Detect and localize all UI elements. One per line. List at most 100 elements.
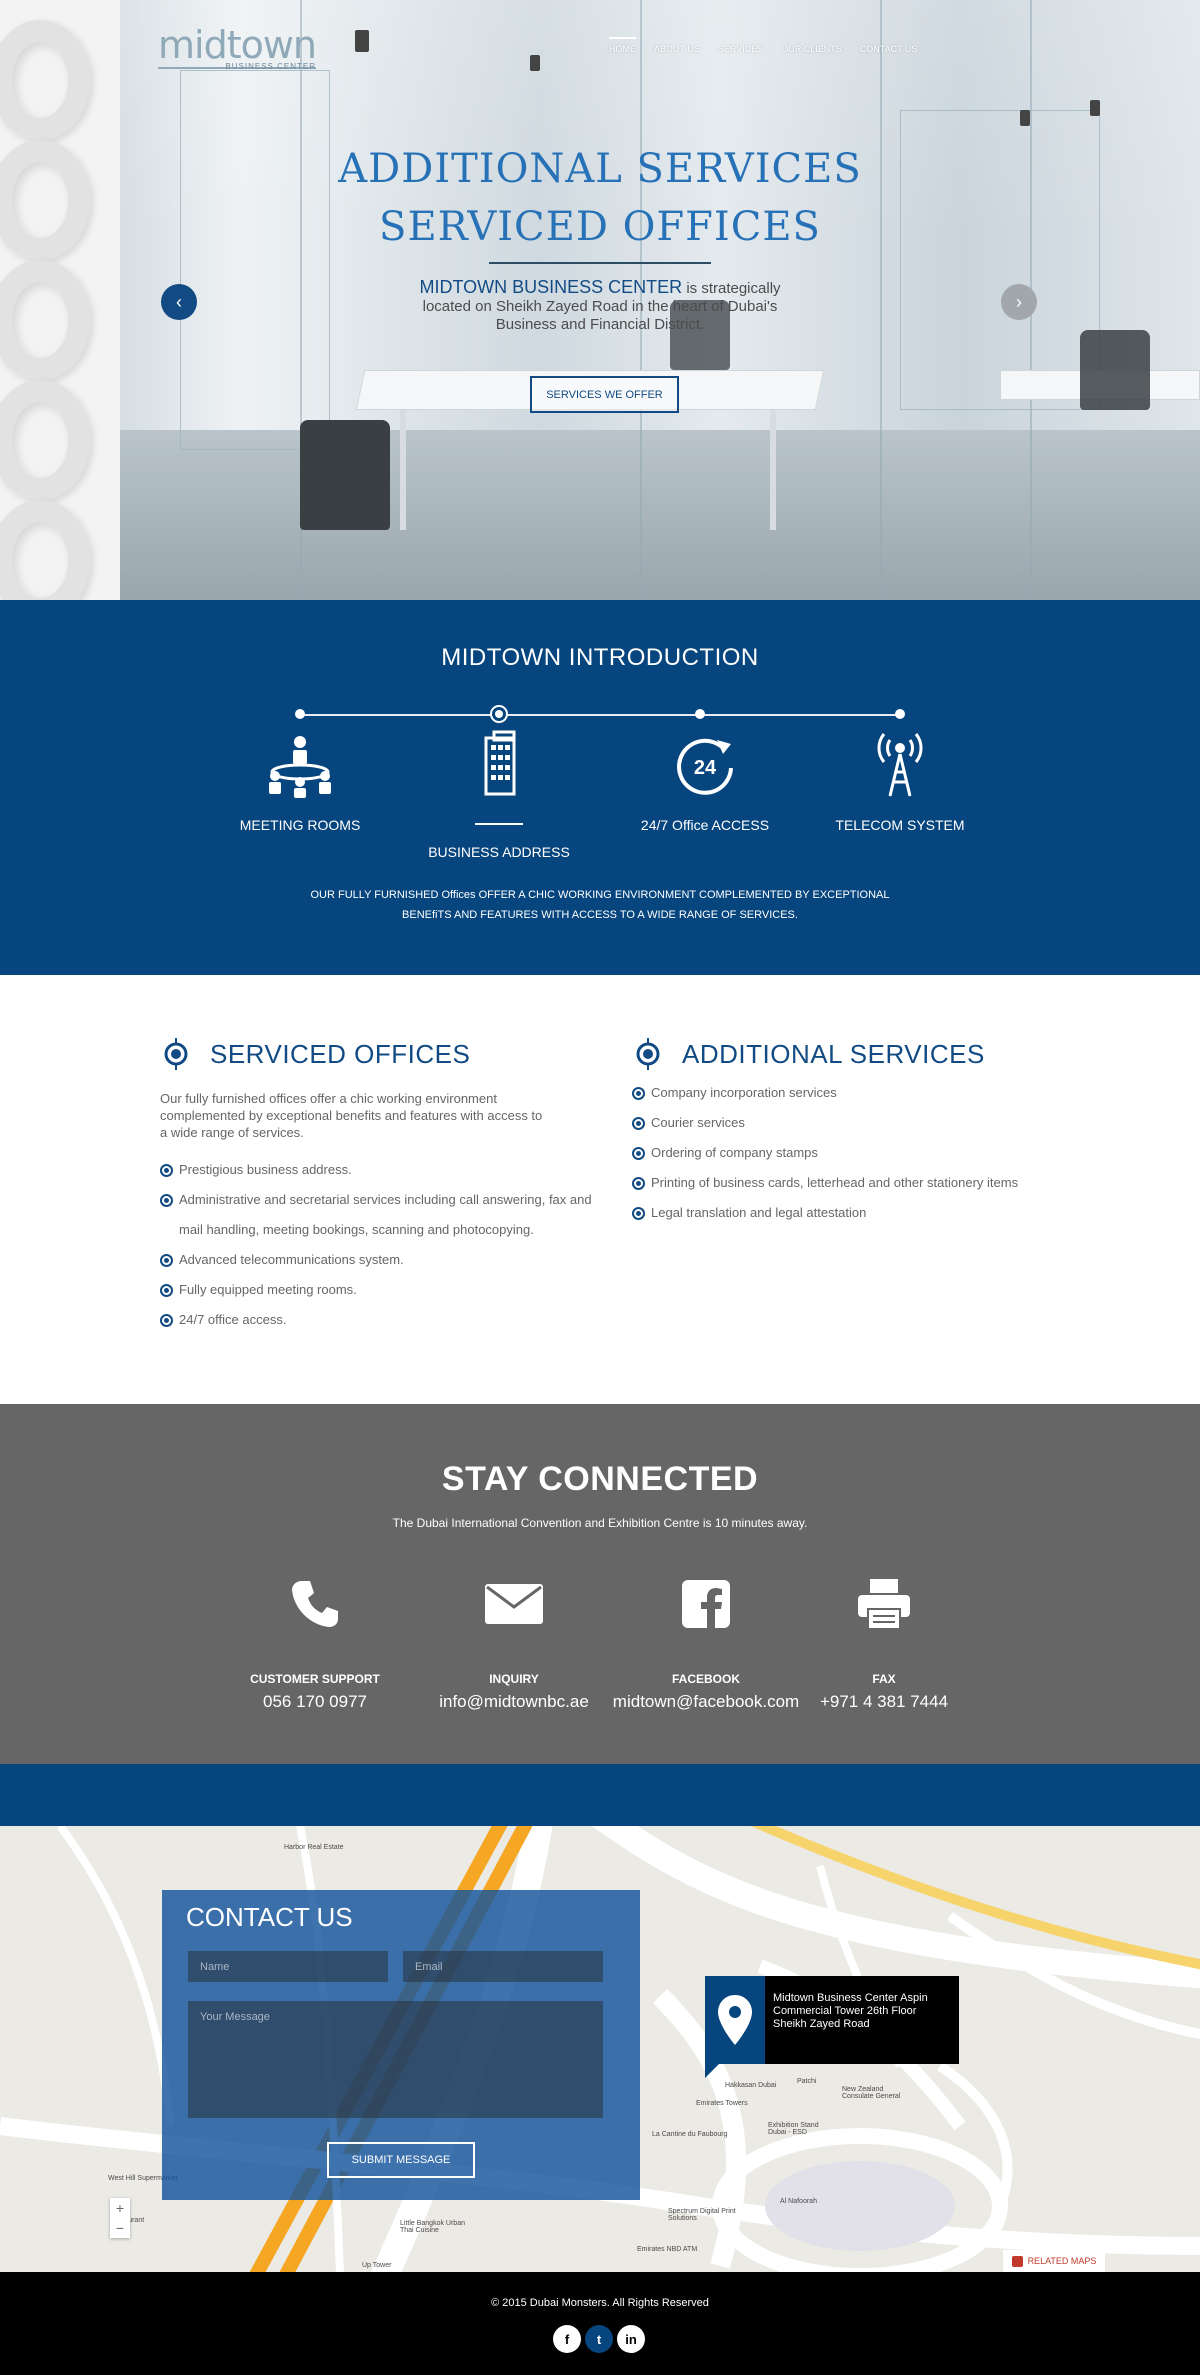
contact-label: FACEBOOK [671, 1672, 740, 1686]
clock-24-label: 24 [694, 757, 717, 779]
map-label: Up Tower [362, 2262, 392, 2269]
timeline-dot[interactable] [895, 709, 905, 719]
list-item: Fully equipped meeting rooms. [160, 1275, 610, 1305]
feature-timeline [300, 714, 900, 716]
introduction-description: OUR FULLY FURNISHED Offices OFFER A CHIC… [310, 889, 890, 921]
list-item: Company incorporation services [632, 1078, 1018, 1108]
map-label: Little Bangkok Urban Thai Cuisine [400, 2220, 465, 2234]
contact-form: CONTACT US Name Email Your Message SUBMI… [162, 1890, 640, 2200]
office-floor [0, 430, 1200, 600]
phone-icon [292, 1581, 338, 1627]
meeting-room-icon [269, 736, 331, 798]
copyright-text: © 2015 Dubai Monsters. All Rights Reserv… [491, 2297, 709, 2309]
feature-active-underline [475, 823, 523, 825]
decorative-wall [0, 0, 120, 600]
hero-description: MIDTOWN BUSINESS CENTER is strategically… [400, 278, 800, 334]
feature-office-access: 24/7 Office ACCESS [640, 817, 770, 833]
contact-label: INQUIRY [489, 1672, 539, 1686]
zoom-out-button[interactable]: − [110, 2218, 130, 2238]
contact-label: FAX [872, 1672, 896, 1686]
facebook-icon[interactable]: f [553, 2325, 581, 2353]
list-item: Advanced telecommunications system. [160, 1245, 610, 1275]
additional-services-list: Company incorporation services Courier s… [632, 1078, 1018, 1228]
introduction-title: MIDTOWN INTRODUCTION [441, 644, 759, 671]
serviced-offices-title: SERVICED OFFICES [210, 1038, 471, 1069]
building-icon [484, 730, 516, 796]
envelope-icon [485, 1584, 543, 1624]
timeline-dot-active[interactable] [490, 705, 508, 723]
feature-business-address: BUSINESS ADDRESS [428, 844, 570, 860]
nav-about-us[interactable]: ABOUT US [654, 44, 700, 54]
slider-prev-button[interactable]: ‹ [161, 284, 197, 320]
list-item: Administrative and secretarial services … [160, 1185, 610, 1245]
serviced-offices-list: Prestigious business address. Administra… [160, 1155, 610, 1335]
telecom-tower-icon [877, 733, 923, 797]
slider-next-button[interactable]: › [1001, 284, 1037, 320]
hero-slider: midtown BUSINESS CENTER HOME ABOUT US SE… [0, 0, 1200, 600]
map-label: Harbor Real Estate [284, 1844, 344, 1851]
site-footer: © 2015 Dubai Monsters. All Rights Reserv… [0, 2272, 1200, 2375]
facebook-link[interactable]: midtown@facebook.com [606, 1692, 806, 1712]
social-links: f t in [553, 2325, 645, 2353]
map-label: New Zealand Consulate General [842, 2086, 901, 2100]
map-label: Hakkasan Dubai [725, 2082, 777, 2089]
services-we-offer-button[interactable]: SERVICES WE OFFER [530, 376, 679, 413]
additional-services-title: ADDITIONAL SERVICES [682, 1038, 985, 1069]
serviced-offices-lead: Our fully furnished offices offer a chic… [160, 1091, 543, 1140]
contact-customer-support: CUSTOMER SUPPORT 056 170 0977 [215, 1574, 415, 1712]
list-item: Legal translation and legal attestation [632, 1198, 1018, 1228]
location-marker-popup[interactable]: Midtown Business Center Aspin Commercial… [705, 1976, 959, 2078]
email-link[interactable]: info@midtownbc.ae [414, 1692, 614, 1712]
nav-home[interactable]: HOME [609, 37, 636, 54]
stay-connected-section: STAY CONNECTED The Dubai International C… [0, 1404, 1200, 1764]
related-maps-button[interactable]: RELATED MAPS [1003, 2250, 1105, 2272]
message-field[interactable]: Your Message [188, 2001, 603, 2118]
map-label: Emirates NBD ATM [637, 2246, 698, 2253]
stay-connected-title: STAY CONNECTED [441, 1460, 759, 1498]
email-field[interactable]: Email [403, 1951, 603, 1982]
logo-wordmark: midtown [158, 23, 317, 69]
linkedin-icon[interactable]: in [617, 2325, 645, 2353]
hero-divider [489, 262, 711, 264]
introduction-section: MIDTOWN INTRODUCTION 24 MEETING ROOMS BU… [0, 600, 1200, 975]
list-item: Prestigious business address. [160, 1155, 610, 1185]
map-marker-icon [1011, 2255, 1023, 2267]
map-pin-icon [718, 1995, 752, 2045]
map-zoom-controls: + − [110, 2198, 130, 2238]
phone-number[interactable]: 056 170 0977 [215, 1692, 415, 1712]
marker-address: Midtown Business Center Aspin Commercial… [773, 1992, 928, 2030]
name-field[interactable]: Name [188, 1951, 388, 1982]
hero-title-line2: SERVICED OFFICES [379, 204, 821, 250]
chevron-right-icon: › [1016, 291, 1022, 312]
marker-tail [705, 2064, 719, 2078]
printer-icon [858, 1579, 910, 1630]
site-logo[interactable]: midtown BUSINESS CENTER [158, 23, 317, 71]
target-icon [164, 1038, 188, 1070]
timeline-dot[interactable] [695, 709, 705, 719]
additional-services-section: ADDITIONAL SERVICES Company incorporatio… [632, 1038, 1018, 1228]
contact-form-title: CONTACT US [186, 1902, 353, 1932]
nav-services[interactable]: SERVICES [718, 44, 763, 54]
fax-number: +971 4 381 7444 [819, 1692, 949, 1711]
hero-title-line1: ADDITIONAL SERVICES [338, 146, 862, 192]
nav-our-clients[interactable]: OUR CLIENTS [781, 44, 842, 54]
serviced-offices-section: SERVICED OFFICES Our fully furnished off… [160, 1038, 610, 1335]
twitter-icon[interactable]: t [585, 2325, 613, 2353]
timeline-dot[interactable] [295, 709, 305, 719]
divider-band [0, 1764, 1200, 1826]
facebook-icon [682, 1580, 730, 1628]
nav-contact-us[interactable]: CONTACT US [860, 44, 918, 54]
hero-brand-name: MIDTOWN BUSINESS CENTER [419, 277, 683, 297]
target-icon [636, 1038, 660, 1070]
location-map[interactable]: Harbor Real Estate Emirates Towers Hakka… [0, 1826, 1200, 2272]
related-maps-label: RELATED MAPS [1027, 2256, 1097, 2266]
clock-24-icon: 24 [677, 738, 733, 795]
list-item: 24/7 office access. [160, 1305, 610, 1335]
contact-label: CUSTOMER SUPPORT [250, 1672, 380, 1686]
submit-message-button[interactable]: SUBMIT MESSAGE [327, 2142, 475, 2178]
main-nav: HOME ABOUT US SERVICES OUR CLIENTS CONTA… [609, 37, 935, 54]
map-label: Exhibition Stand Dubai - ESD [768, 2122, 819, 2136]
zoom-in-button[interactable]: + [110, 2198, 130, 2218]
contact-inquiry: INQUIRY info@midtownbc.ae [414, 1574, 614, 1712]
feature-meeting-rooms: MEETING ROOMS [239, 817, 361, 833]
